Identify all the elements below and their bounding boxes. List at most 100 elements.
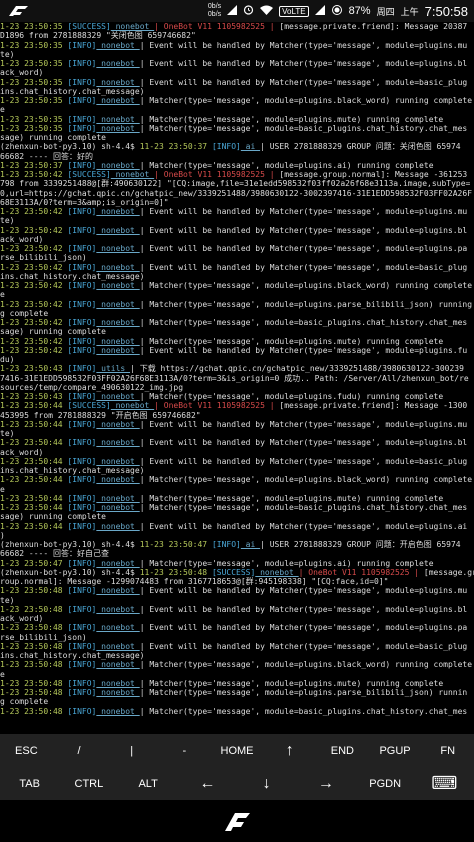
terminal-line: 1-23 23:50:35 [INFO] nonebot | Matcher(t… [0,96,474,105]
log-timestamp: 11-23 23:50:47 [139,540,212,549]
log-module: ai [240,142,261,152]
log-text: 0,url=https://gchat.qpic.cn/gchatpic_new… [0,188,473,198]
log-module: nonebot [96,96,140,105]
key-esc[interactable]: ESC [0,734,53,767]
log-text: | Matcher(type='message', module=plugins… [139,336,444,346]
key-pgup[interactable]: PGUP [369,734,422,767]
log-timestamp: 1-23 23:50:35 [0,40,68,50]
log-text: D1896 from 2781888329 "关闭色图 659746682" [0,31,196,41]
log-text: ack_word) [0,447,44,457]
log-timestamp: 1-23 23:50:42 [0,336,68,346]
log-level: [INFO] [67,160,97,170]
log-text: ins.chat_history.chat_message) [0,466,145,475]
terminal-line: 1-23 23:50:35 [INFO] nonebot | Event wil… [0,59,474,68]
battery-percent: 87% [348,5,371,17]
wifi-icon [260,5,274,18]
key-ctrl[interactable]: CTRL [59,767,118,800]
log-module: nonebot [96,688,140,697]
terminal-line: sage) running complete [0,133,474,142]
terminal-line: 1-23 23:50:44 [SUCCESS] nonebot | OneBot… [0,401,474,410]
log-text: | Event will be handled by Matcher(type=… [139,641,468,651]
key-tab[interactable]: TAB [0,767,59,800]
log-timestamp: 1-23 23:50:47 [0,558,68,568]
log-timestamp: 1-23 23:50:35 [0,22,68,31]
key-fn[interactable]: FN [421,734,474,767]
log-text: e [0,484,5,494]
terminal-line: 0,url=https://gchat.qpic.cn/gchatpic_new… [0,189,474,198]
log-module: nonebot [110,170,155,179]
log-level: [INFO] [67,493,97,503]
key-keyboard-toggle[interactable]: ⌨ [415,767,474,800]
log-module: nonebot [255,567,299,577]
log-text: rse_bilibili_json) [0,253,87,263]
log-prompt: (zhenxun-bot-py3.10) sh-4.4$ [0,142,140,152]
log-timestamp: 1-23 23:50:44 [0,475,68,485]
terminal-line: 1-23 23:50:42 [INFO] nonebot | Matcher(t… [0,281,474,290]
log-level: [INFO] [67,688,97,697]
key-alt[interactable]: ALT [119,767,178,800]
log-timestamp: 1-23 23:50:42 [0,170,68,179]
key-dash[interactable]: - [158,734,211,767]
key-up[interactable]: ↑ [263,734,316,767]
battery-icon [331,4,343,18]
log-level: [INFO] [67,244,97,253]
log-text: | USER 2781888329 GROUP 问题：开启色图 65974 [260,540,461,549]
log-text: ack_word) [0,614,44,623]
terminal-line: 1-23 23:50:35 [SUCCESS] nonebot | OneBot… [0,22,474,31]
log-prompt: (zhenxun-bot-py3.10) sh-4.4$ [0,567,140,577]
terminal-line: 1-23 23:50:48 [INFO] nonebot | Matcher(t… [0,679,474,688]
log-timestamp: 1-23 23:50:48 [0,604,68,614]
key-right[interactable]: → [296,767,355,800]
log-timestamp: 1-23 23:50:44 [0,493,68,503]
log-text: | Matcher(type='message', module=plugins… [139,558,434,568]
log-module: nonebot [96,706,140,716]
log-text: | Matcher(type='message', module=basic_p… [139,503,468,512]
log-level: [INFO] [67,40,97,50]
extra-keys-bar: ESC / | - HOME ↑ END PGUP FN TAB CTRL ALT ← ↓ → PGDN ⌨ [0,734,474,800]
terminal-output[interactable]: 1-23 23:50:35 [SUCCESS] nonebot | OneBot… [0,22,474,734]
key-left[interactable]: ← [178,767,237,800]
terminal-line: te) [0,429,474,438]
terminal-line: 1-23 23:50:42 [INFO] nonebot | Event wil… [0,346,474,355]
log-module: ai [240,540,261,549]
log-level: [INFO] [67,456,97,466]
log-text: | Event will be handled by Matcher(type=… [139,521,468,531]
log-module: nonebot [96,207,140,216]
terminal-line: sources/temp/compare_490630122_img.jpg [0,383,474,392]
log-module: nonebot [96,281,140,290]
log-level: [SUCCESS] [67,401,111,411]
log-module: nonebot [96,419,140,429]
log-text: te) [0,429,15,438]
log-timestamp: 1-23 23:50:43 [0,364,68,374]
log-timestamp: 1-23 23:50:44 [0,401,68,411]
log-module: nonebot [96,336,140,346]
key-slash[interactable]: / [53,734,106,767]
key-pipe[interactable]: | [105,734,158,767]
key-home[interactable]: HOME [211,734,264,767]
log-level: [INFO] [67,114,97,124]
log-level: [INFO] [67,59,97,68]
navigation-bar [0,800,474,842]
log-module: nonebot [110,22,155,31]
terminal-line: 453995 from 2781888329 "开启色图 659746682" [0,411,474,420]
log-module: nonebot [96,160,140,170]
log-text: | Matcher(type='message', module=plugins… [139,688,468,697]
home-logo-icon[interactable] [222,809,252,833]
log-text: | Matcher(type='message', module=plugins… [139,160,434,170]
terminal-line: 1-23 23:50:42 [INFO] nonebot | Matcher(t… [0,337,474,346]
key-down[interactable]: ↓ [237,767,296,800]
log-module: nonebot [96,77,140,87]
terminal-line: 1-23 23:50:48 [INFO] nonebot | Matcher(t… [0,660,474,669]
terminal-line: 1-23 23:50:35 [INFO] nonebot | Matcher(t… [0,115,474,124]
log-timestamp: 1-23 23:50:35 [0,96,68,105]
key-pgdn[interactable]: PGDN [356,767,415,800]
terminal-line: 1-23 23:50:44 [INFO] nonebot | Matcher(t… [0,494,474,503]
terminal-line: 1-23 23:50:47 [INFO] nonebot | Matcher(t… [0,559,474,568]
log-level: [INFO] [67,225,97,235]
log-level: [INFO] [67,503,97,512]
log-level: [INFO] [67,96,97,105]
log-level: [INFO] [67,558,97,568]
key-end[interactable]: END [316,734,369,767]
log-timestamp: 1-23 23:50:35 [0,77,68,87]
log-module: nonebot [96,623,140,633]
